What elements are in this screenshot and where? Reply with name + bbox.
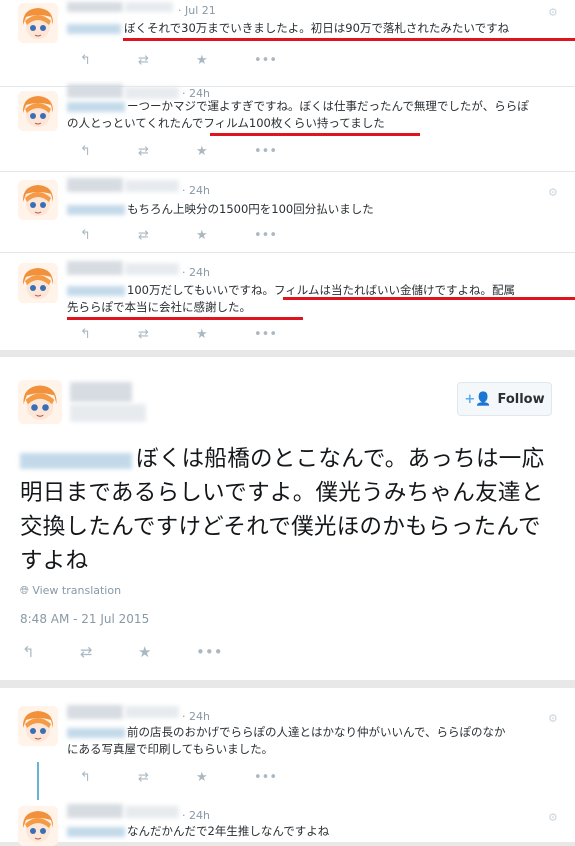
reply-icon[interactable]: ↰ [80,144,138,159]
follow-person-icon: +👤 [464,391,492,407]
tweet-text-line: なんだかんだで2年生推しなんですよね [127,824,330,838]
reply-icon[interactable]: ↰ [80,53,138,68]
more-icon[interactable]: ••• [196,643,254,661]
blurred-username [67,804,123,818]
gear-icon[interactable]: ⚙ [548,712,558,725]
globe-icon: 🌐︎ [20,584,29,597]
tweet-text-line: 前の店長のおかげでららぽの人達とはかなり仲がいいんで、ららぽのなか [127,725,506,739]
highlight-underline [210,133,420,136]
reply-icon[interactable]: ↰ [80,327,138,342]
gear-icon[interactable]: ⚙ [548,811,558,824]
avatar-image [18,180,58,220]
tweet-timestamp[interactable]: · 24h [182,266,210,279]
avatar[interactable] [18,806,58,846]
tweet-3[interactable]: · 24h ⚙ もちろん上映分の1500円を100回分払いました ↰ ⇄ ★ •… [0,172,575,252]
avatar-image [18,3,58,43]
conversation-thread-line [37,762,39,800]
avatar-image [18,91,58,131]
tweet-actions: ↰ ⇄ ★ ••• [22,643,254,661]
tweet-actions: ↰ ⇄ ★ ••• [80,144,312,159]
tweet-actions: ↰ ⇄ ★ ••• [80,228,312,243]
blurred-handle [125,806,179,818]
blurred-username [67,2,123,12]
more-icon[interactable]: ••• [254,53,312,68]
tweet-text-line: の人とっといてくれたんでフィルム100枚くらい持ってました [67,116,385,130]
tweet-4[interactable]: · 24h 100万だしてもいいですね。フィルムは当たればいい金儲けですよね。配… [0,253,575,350]
avatar[interactable] [18,180,58,220]
blurred-mention [67,827,125,837]
tweet-text-line: 先ららぽで本当に会社に感謝した。 [67,300,251,314]
blurred-handle [70,404,146,422]
blurred-username [67,261,123,275]
avatar[interactable] [18,91,58,131]
highlight-underline [67,317,303,320]
reply-icon[interactable]: ↰ [80,770,138,785]
tweet-1[interactable]: · Jul 21 ⚙ ぼくそれで30万までいきましたよ。初日は90万で落札された… [0,0,575,86]
retweet-icon[interactable]: ⇄ [138,53,196,68]
highlight-underline [283,297,575,300]
star-icon[interactable]: ★ [138,643,196,661]
gear-icon[interactable]: ⚙ [548,186,558,199]
star-icon[interactable]: ★ [196,327,254,342]
retweet-icon[interactable]: ⇄ [80,643,138,661]
avatar[interactable] [18,3,58,43]
gear-icon[interactable]: ⚙ [548,6,558,19]
tweet-timestamp[interactable]: · 24h [182,710,210,723]
avatar[interactable] [18,380,62,424]
blurred-handle [125,2,173,12]
avatar-image [18,380,62,424]
blurred-mention [67,205,125,215]
blurred-handle [125,706,179,718]
retweet-icon[interactable]: ⇄ [138,770,196,785]
avatar[interactable] [18,263,58,303]
tweet-timestamp[interactable]: · Jul 21 [178,4,216,17]
tweet-text-line: ぼくそれで30万までいきましたよ。初日は90万で落札されたみたいですね [124,21,510,35]
star-icon[interactable]: ★ [196,53,254,68]
tweet-actions: ↰ ⇄ ★ ••• [80,53,312,68]
tweet-text-line: にある写真屋で印刷してもらいました。 [67,742,274,756]
tweet-timestamp[interactable]: · 24h [182,809,210,822]
more-icon[interactable]: ••• [254,144,312,159]
blurred-username [70,382,132,402]
tweet-2[interactable]: · 24h ーつーかマジで運よすぎですね。ぼくは仕事だったんで無理でしたが、らら… [0,84,575,171]
tweet-actions: ↰ ⇄ ★ ••• [80,770,312,785]
more-icon[interactable]: ••• [254,327,312,342]
blurred-mention [67,24,121,34]
retweet-icon[interactable]: ⇄ [138,144,196,159]
blurred-username [67,84,123,98]
blurred-mention [67,728,125,738]
blurred-username [67,178,123,192]
more-icon[interactable]: ••• [254,770,312,785]
tweet-timestamp[interactable]: · 24h [182,184,210,197]
follow-button[interactable]: +👤 Follow [457,382,552,416]
star-icon[interactable]: ★ [196,770,254,785]
star-icon[interactable]: ★ [196,144,254,159]
tweet-text-line: ーつーかマジで運よすぎですね。ぼくは仕事だったんで無理でしたが、ららぽ [127,99,529,113]
highlight-underline [123,38,575,41]
tweet-date[interactable]: 8:48 AM - 21 Jul 2015 [20,612,149,626]
blurred-mention [67,286,125,296]
retweet-icon[interactable]: ⇄ [138,228,196,243]
blurred-mention [67,102,125,112]
avatar-image [18,263,58,303]
avatar[interactable] [18,706,58,746]
tweet-text-line: 100万だしてもいいですね。フィルムは当たればいい金儲けですよね。配属 [127,283,515,297]
blurred-handle [125,263,179,275]
tweet-text-line: もちろん上映分の1500円を100回分払いました [127,202,374,216]
reply-icon[interactable]: ↰ [80,228,138,243]
view-translation-link[interactable]: 🌐︎ View translation [20,584,121,598]
view-translation-label: View translation [32,584,122,597]
main-tweet-text: ぼくは船橋のとこなんで。あっちは一応明日まであるらしいですよ。僕光うみちゃん友達… [20,446,545,574]
retweet-icon[interactable]: ⇄ [138,327,196,342]
blurred-handle [125,180,179,192]
tweet-actions: ↰ ⇄ ★ ••• [80,327,312,342]
avatar-image [18,706,58,746]
more-icon[interactable]: ••• [254,228,312,243]
follow-label: Follow [497,391,545,407]
blurred-username [67,705,123,719]
avatar-image [18,806,58,846]
blurred-handle [125,87,179,99]
star-icon[interactable]: ★ [196,228,254,243]
reply-icon[interactable]: ↰ [22,643,80,661]
